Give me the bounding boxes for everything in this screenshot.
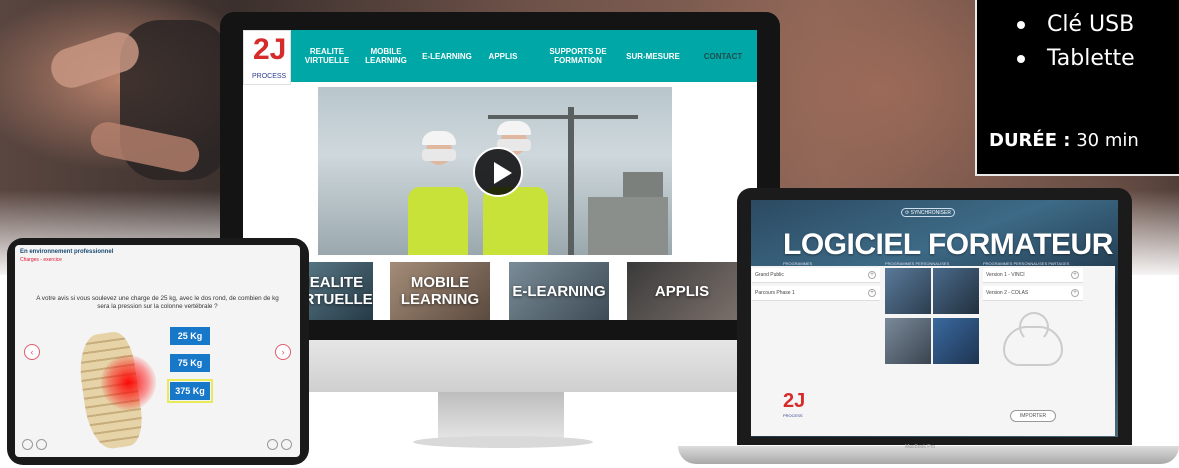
website-screen: REALITE VIRTUELLE MOBILE LEARNING E-LEAR… [243, 30, 757, 320]
nav-mobile-learning[interactable]: MOBILE LEARNING [361, 30, 411, 82]
duration-label: DURÉE : [989, 130, 1071, 151]
crane-photo [568, 107, 574, 255]
software-logo: 2J PROCESS [783, 390, 806, 418]
quiz-question: A votre avis si vous soulevez une charge… [36, 295, 279, 310]
sync-button[interactable]: ⟳ SYNCHRONISER [901, 208, 955, 217]
tile-e-learning[interactable]: E-LEARNING [509, 262, 609, 320]
software-title: LOGICIEL FORMATEUR [783, 228, 1113, 261]
answer-375kg[interactable]: 375 Kg [167, 379, 213, 403]
add-icon[interactable]: + [1071, 271, 1079, 279]
import-button[interactable]: IMPORTER [1010, 410, 1056, 422]
tablet-header: En environnement professionnel Charges -… [15, 245, 300, 265]
info-icon[interactable] [267, 439, 278, 450]
reload-icon[interactable] [281, 439, 292, 450]
nav-e-learning[interactable]: E-LEARNING [419, 30, 475, 82]
tablet-subtitle: Charges - exercice [20, 257, 62, 263]
answer-25kg[interactable]: 25 Kg [170, 327, 210, 345]
add-icon[interactable]: + [868, 271, 876, 279]
module-thumbnail[interactable] [885, 268, 931, 314]
laptop-screen: ⟳ SYNCHRONISER LOGICIEL FORMATEUR PROGRA… [751, 200, 1118, 437]
shared-programme-row[interactable]: Version 2 - COLAS + [983, 286, 1083, 301]
duration: DURÉE : 30 min [989, 130, 1139, 151]
answer-75kg[interactable]: 75 Kg [170, 354, 210, 372]
imac-foot [413, 436, 593, 448]
tablet-screen: En environnement professionnel Charges -… [15, 245, 300, 457]
video-player[interactable] [318, 87, 672, 255]
module-thumbnail[interactable] [933, 268, 979, 314]
tile-mobile-learning[interactable]: MOBILE LEARNING [390, 262, 490, 320]
menu-icon[interactable] [36, 439, 47, 450]
nav-realite-virtuelle[interactable]: REALITE VIRTUELLE [301, 30, 353, 82]
equipment-list: Clé USB Tablette [1017, 8, 1135, 76]
shared-programme-row[interactable]: Version 1 - VINCI + [983, 268, 1083, 283]
bullet-icon [1017, 55, 1025, 63]
next-arrow-icon[interactable]: › [275, 344, 291, 360]
programme-row[interactable]: Parcours Phase 1 + [752, 286, 880, 301]
logo-subtitle: PROCESS [252, 73, 287, 80]
add-icon[interactable]: + [868, 289, 876, 297]
home-icon[interactable] [22, 439, 33, 450]
worker-photo [408, 131, 468, 255]
crane-photo [488, 115, 638, 119]
bullet-icon [1017, 21, 1025, 29]
nav-supports-formation[interactable]: SUPPORTS DE FORMATION [539, 30, 617, 82]
building-photo [588, 197, 668, 255]
tile-applis[interactable]: APPLIS [627, 262, 737, 320]
nav-applis[interactable]: APPLIS [483, 30, 523, 82]
site-navbar: REALITE VIRTUELLE MOBILE LEARNING E-LEAR… [243, 30, 757, 82]
cloud-icon [1003, 312, 1063, 366]
site-logo[interactable]: 2J PROCESS [243, 30, 291, 85]
module-thumbnail[interactable] [933, 318, 979, 364]
nav-contact[interactable]: CONTACT [695, 30, 751, 82]
laptop-model-label: MacBook Pro [905, 444, 936, 450]
play-icon[interactable] [473, 147, 523, 197]
equipment-item: Tablette [1017, 42, 1135, 76]
info-box: Clé USB Tablette DURÉE : 30 min [975, 0, 1179, 176]
duration-value: 30 min [1076, 130, 1139, 151]
previous-arrow-icon[interactable]: ‹ [24, 344, 40, 360]
pain-highlight [101, 355, 156, 410]
logo-mark: 2J [253, 33, 287, 66]
programme-row[interactable]: Grand Public + [752, 268, 880, 283]
nav-sur-mesure[interactable]: SUR-MESURE [623, 30, 683, 82]
imac-stand [438, 392, 564, 440]
add-icon[interactable]: + [1071, 289, 1079, 297]
module-thumbnail[interactable] [885, 318, 931, 364]
tablet-title: En environnement professionnel [20, 249, 114, 255]
equipment-item: Clé USB [1017, 8, 1135, 42]
